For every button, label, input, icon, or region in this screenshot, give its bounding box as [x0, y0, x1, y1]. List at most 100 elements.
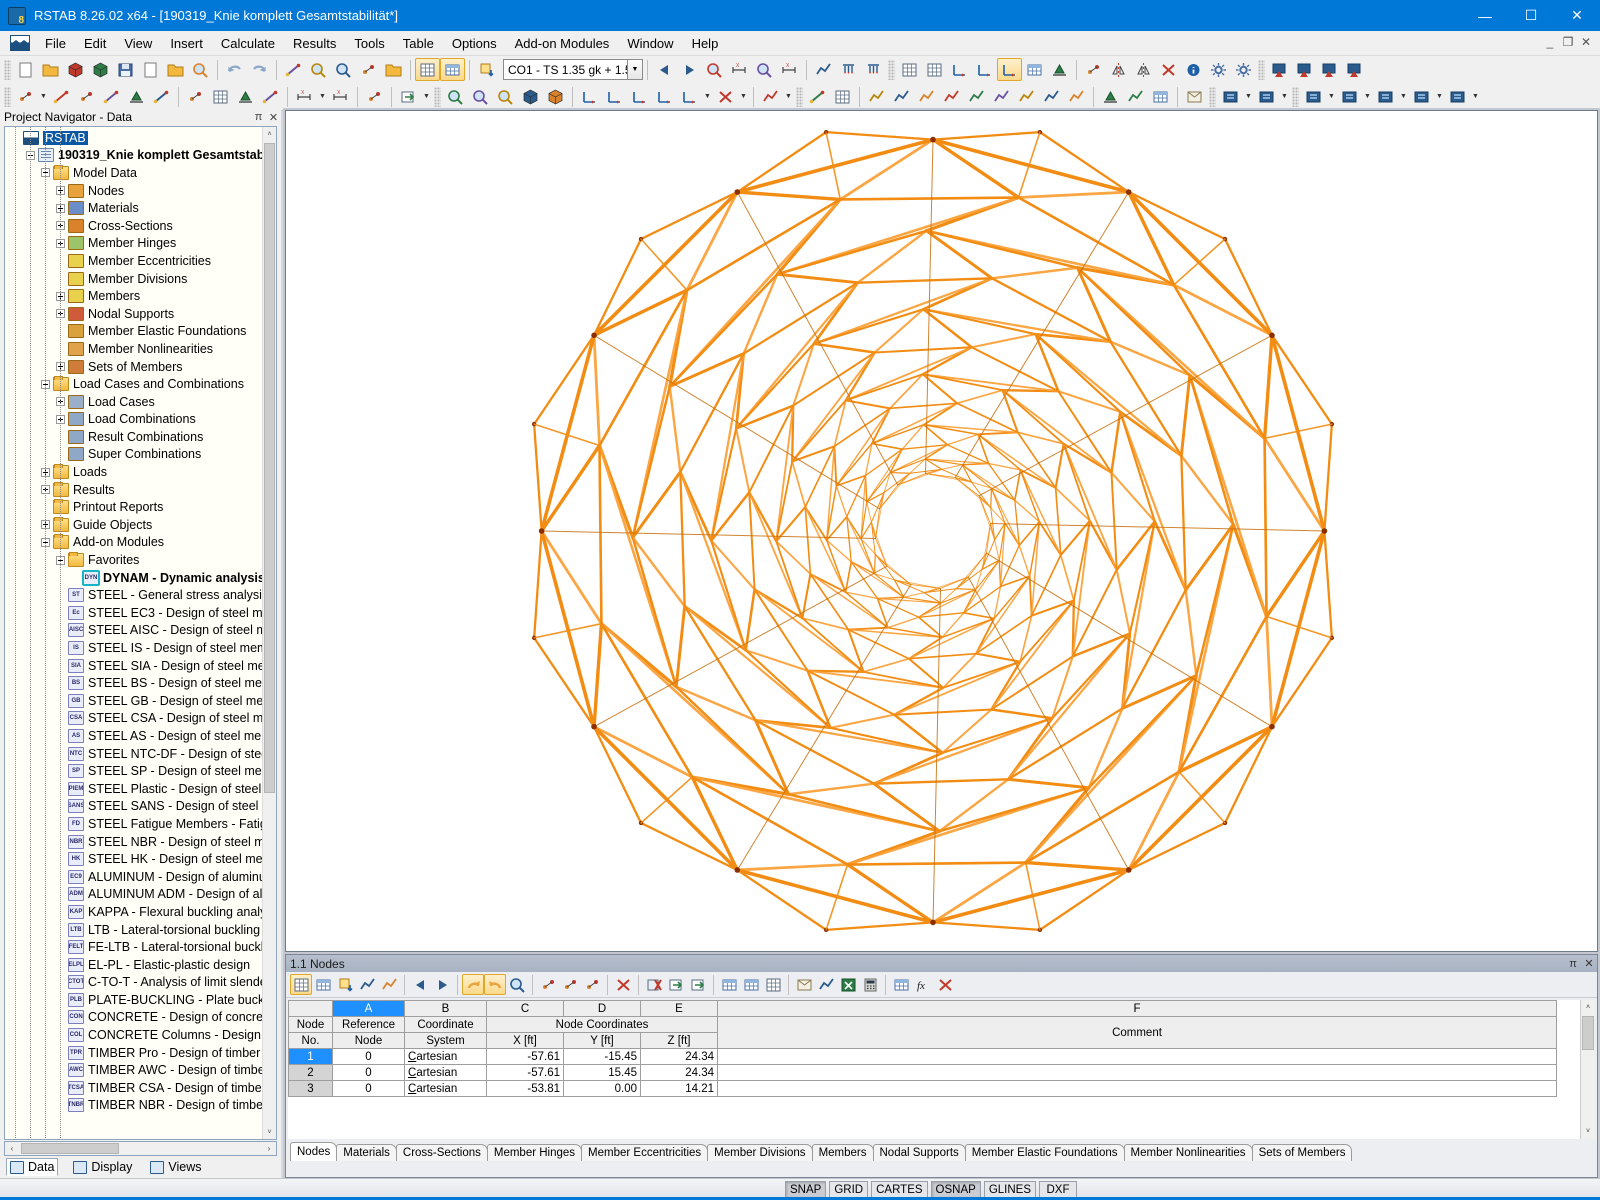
status-button-osnap[interactable]: OSNAP: [931, 1181, 981, 1198]
toolbar-dropdown-arrow-icon[interactable]: ▼: [1279, 85, 1290, 108]
tree-item-timber-awc-design-of-timber-n[interactable]: AWCTIMBER AWC - Design of timber n: [5, 1061, 262, 1079]
toolbar-button-folder[interactable]: [38, 58, 63, 81]
tree-item-rstab[interactable]: RSTAB: [5, 129, 262, 147]
toolbar-button-axis[interactable]: [652, 85, 677, 108]
hscroll-right-icon[interactable]: ›: [262, 1144, 276, 1153]
tree-item-fe-ltb-lateral-torsional-buckling[interactable]: FELTFE-LTB - Lateral-torsional buckling: [5, 938, 262, 956]
toolbar-button-axis[interactable]: [677, 85, 702, 108]
menu-edit[interactable]: Edit: [75, 33, 115, 54]
scroll-up-icon[interactable]: ˄: [263, 127, 276, 141]
menu-tools[interactable]: Tools: [345, 33, 393, 54]
tree-item-steel-ec3-design-of-steel-memb[interactable]: EcSTEEL EC3 - Design of steel memb: [5, 604, 262, 622]
toolbar-button-info[interactable]: [1181, 58, 1206, 81]
toolbar-button-mag[interactable]: [702, 58, 727, 81]
close-icon[interactable]: ✕: [266, 111, 281, 124]
tree-item-el-pl-elastic-plastic-design[interactable]: ELPLEL-PL - Elastic-plastic design: [5, 956, 262, 974]
reference-node-cell[interactable]: 0: [333, 1065, 405, 1081]
toolbar-button-lcase[interactable]: [474, 58, 499, 81]
toolbar-button-blue-sq[interactable]: [1445, 85, 1470, 108]
navigator-horizontal-scrollbar[interactable]: ‹ ›: [4, 1141, 277, 1156]
toolbar-button-node[interactable]: [362, 85, 387, 108]
toolbar-button-line[interactable]: [281, 58, 306, 81]
table-toolbar-button-node[interactable]: [537, 974, 559, 995]
tree-item-plate-buckling-plate-buckling[interactable]: PLBPLATE-BUCKLING - Plate buckling: [5, 991, 262, 1009]
tree-item-member-eccentricities[interactable]: Member Eccentricities: [5, 252, 262, 270]
toolbar-button-cube[interactable]: [518, 85, 543, 108]
tree-item-nodes[interactable]: Nodes: [5, 182, 262, 200]
table-toolbar-button-fx[interactable]: fx: [912, 974, 934, 995]
toolbar-button-redo[interactable]: [247, 58, 272, 81]
tree-item-steel-fatigue-members-fatigue[interactable]: FDSTEEL Fatigue Members - Fatigue: [5, 815, 262, 833]
table-toolbar-button-arrowL[interactable]: [409, 974, 431, 995]
toolbar-button-load[interactable]: [836, 58, 861, 81]
toolbar-button-res[interactable]: [964, 85, 989, 108]
toolbar-button-blue-arrow[interactable]: [1342, 58, 1367, 81]
toolbar-button-blue-sq[interactable]: [1218, 85, 1243, 108]
toolbar-button-grid[interactable]: [208, 85, 233, 108]
table-toolbar-button-node[interactable]: [559, 974, 581, 995]
toolbar-button-grid[interactable]: [922, 58, 947, 81]
toolbar-button-node[interactable]: [74, 85, 99, 108]
mdi-restore-button[interactable]: ❐: [1560, 35, 1576, 49]
table-tab-member-hinges[interactable]: Member Hinges: [487, 1144, 582, 1161]
toolbar-button-axis[interactable]: [627, 85, 652, 108]
toolbar-button-res[interactable]: [939, 85, 964, 108]
toolbar-button-axis[interactable]: [602, 85, 627, 108]
tree-item-aluminum-adm-design-of-alur[interactable]: ADMALUMINUM ADM - Design of alur: [5, 886, 262, 904]
toolbar-button-arrowL[interactable]: [652, 58, 677, 81]
table-toolbar-button-green-arrow[interactable]: [665, 974, 687, 995]
table-toolbar-button-xmark[interactable]: [934, 974, 956, 995]
reference-node-cell[interactable]: 0: [333, 1049, 405, 1065]
toolbar-grip[interactable]: [4, 87, 11, 107]
scroll-down-icon[interactable]: ˅: [263, 1125, 276, 1139]
toolbar-button-page[interactable]: [13, 58, 38, 81]
toolbar-button-grid[interactable]: [830, 85, 855, 108]
toolbar-button-mirror[interactable]: [1106, 58, 1131, 81]
table-toolbar-button-excel[interactable]: [837, 974, 859, 995]
table-tab-nodal-supports[interactable]: Nodal Supports: [873, 1144, 966, 1161]
tree-item-aluminum-design-of-aluminum[interactable]: EC9ALUMINUM - Design of aluminum: [5, 868, 262, 886]
toolbar-grip[interactable]: [888, 60, 895, 80]
toolbar-dropdown-arrow-icon[interactable]: ▼: [1470, 85, 1481, 108]
table-toolbar-button-res[interactable]: [378, 974, 400, 995]
tree-item-steel-as-design-of-steel-membe[interactable]: ASSTEEL AS - Design of steel membe: [5, 727, 262, 745]
toolbar-button-blue-arrow[interactable]: [1292, 58, 1317, 81]
table-toolbar-button-grid[interactable]: [290, 974, 312, 995]
column-letter-B[interactable]: B: [405, 1001, 487, 1017]
toolbar-button-mag[interactable]: [752, 58, 777, 81]
toolbar-dropdown-arrow-icon[interactable]: ▼: [1243, 85, 1254, 108]
table-toolbar-button-table[interactable]: [740, 974, 762, 995]
table-tab-materials[interactable]: Materials: [336, 1144, 397, 1161]
nodes-table[interactable]: ABCDEFNodeReferenceCoordinateNode Coordi…: [288, 1000, 1557, 1097]
coordinate-system-cell[interactable]: Cartesian: [405, 1049, 487, 1065]
load-case-combobox-arrow-icon[interactable]: ▼: [628, 59, 643, 80]
tree-item-steel-is-design-of-steel-member[interactable]: ISSTEEL IS - Design of steel member: [5, 639, 262, 657]
toolbar-button-res[interactable]: [864, 85, 889, 108]
comment-cell[interactable]: [718, 1081, 1557, 1097]
toolbar-button-folder[interactable]: [163, 58, 188, 81]
toolbar-button-res[interactable]: [758, 85, 783, 108]
tree-item-materials[interactable]: Materials: [5, 199, 262, 217]
toolbar-button-axis[interactable]: [972, 58, 997, 81]
toolbar-button-axis[interactable]: [997, 58, 1022, 81]
toolbar-button-supp[interactable]: [1047, 58, 1072, 81]
tree-item-steel-bs-design-of-steel-membe[interactable]: BSSTEEL BS - Design of steel membe: [5, 674, 262, 692]
table-tab-nodes[interactable]: Nodes: [290, 1142, 337, 1161]
toolbar-button-undo[interactable]: [222, 58, 247, 81]
table-toolbar-button-res[interactable]: [815, 974, 837, 995]
table-scroll-up-icon[interactable]: ˄: [1581, 1000, 1595, 1015]
table-vertical-scrollbar[interactable]: ˄ ˅: [1580, 1000, 1595, 1139]
toolbar-grip[interactable]: [1209, 87, 1216, 107]
row-number-cell[interactable]: 3: [289, 1081, 333, 1097]
toolbar-button-mag[interactable]: [468, 85, 493, 108]
tree-item-kappa-flexural-buckling-analysis[interactable]: KAPKAPPA - Flexural buckling analysis: [5, 903, 262, 921]
toolbar-grip[interactable]: [1258, 60, 1265, 80]
table-toolbar-button-green-arrow[interactable]: [687, 974, 709, 995]
tree-item-190319-knie-komplett-gesamtstabilit[interactable]: 190319_Knie komplett Gesamtstabilitä: [5, 147, 262, 165]
status-button-grid[interactable]: GRID: [829, 1181, 868, 1198]
z-coordinate-cell[interactable]: 24.34: [641, 1065, 718, 1081]
toolbar-dropdown-arrow-icon[interactable]: ▼: [1362, 85, 1373, 108]
status-button-snap[interactable]: SNAP: [785, 1181, 826, 1198]
toolbar-button-blue-sq[interactable]: [1337, 85, 1362, 108]
minimize-button[interactable]: —: [1462, 0, 1508, 31]
